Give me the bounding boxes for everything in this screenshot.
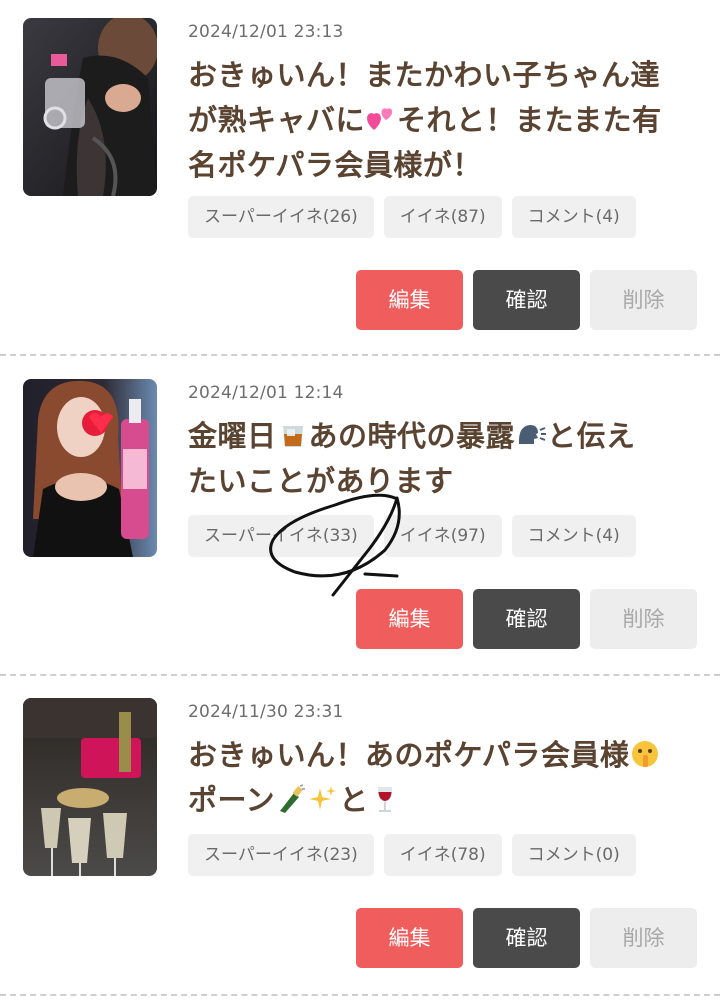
super-like-count: スーパーイイネ(26) bbox=[188, 196, 374, 238]
comment-count: コメント(4) bbox=[511, 196, 636, 238]
post-actions: 編集 確認 削除 bbox=[356, 908, 697, 968]
like-count: イイネ(78) bbox=[383, 834, 502, 876]
title-line: 名ポケパラ会員様が！ bbox=[188, 148, 482, 182]
super-like-count: スーパーイイネ(33) bbox=[188, 515, 374, 557]
title-line: 金曜日 bbox=[188, 419, 277, 453]
like-count: イイネ(87) bbox=[383, 196, 502, 238]
divider bbox=[0, 994, 720, 996]
title-line: たいことがあります bbox=[188, 464, 454, 498]
title-line: おきゅいん！またかわい子ちゃん達 bbox=[188, 58, 661, 92]
post-stats: スーパーイイネ(23) イイネ(78) コメント(0) bbox=[188, 834, 636, 876]
divider bbox=[0, 674, 720, 676]
sparkles-icon bbox=[308, 784, 338, 814]
delete-button[interactable]: 削除 bbox=[590, 270, 697, 330]
shushing-face-icon bbox=[630, 739, 660, 769]
comment-count: コメント(0) bbox=[511, 834, 636, 876]
confirm-button[interactable]: 確認 bbox=[473, 589, 580, 649]
title-line: おきゅいん！あのポケパラ会員様 bbox=[188, 738, 630, 772]
post-title[interactable]: おきゅいん！あのポケパラ会員様 ポーン と bbox=[188, 733, 698, 823]
edit-button[interactable]: 編集 bbox=[356, 589, 463, 649]
champagne-bottle-icon bbox=[276, 784, 306, 814]
title-line: それと！またまた有 bbox=[397, 103, 662, 137]
speaking-head-icon bbox=[516, 420, 547, 450]
edit-button[interactable]: 編集 bbox=[356, 270, 463, 330]
whisky-glass-icon bbox=[278, 420, 308, 450]
post-actions: 編集 確認 削除 bbox=[356, 270, 697, 330]
like-count: イイネ(97) bbox=[383, 515, 502, 557]
wine-glass-icon bbox=[370, 784, 400, 814]
confirm-button[interactable]: 確認 bbox=[473, 908, 580, 968]
confirm-button[interactable]: 確認 bbox=[473, 270, 580, 330]
post-stats: スーパーイイネ(26) イイネ(87) コメント(4) bbox=[188, 196, 636, 238]
post-title[interactable]: 金曜日 あの時代の暴露 と伝え たいことがあります bbox=[188, 414, 698, 504]
title-line: ポーン bbox=[188, 783, 276, 817]
edit-button[interactable]: 編集 bbox=[356, 908, 463, 968]
title-line: あの時代の暴露 bbox=[308, 419, 516, 453]
title-line: が熟キャバに bbox=[188, 103, 366, 137]
two-hearts-icon bbox=[366, 104, 396, 134]
post-title[interactable]: おきゅいん！またかわい子ちゃん達 が熟キャバに それと！またまた有 名ポケパラ会員… bbox=[188, 53, 698, 188]
delete-button[interactable]: 削除 bbox=[590, 589, 697, 649]
post-thumbnail[interactable] bbox=[23, 698, 157, 876]
post-thumbnail[interactable] bbox=[23, 18, 157, 196]
post-thumbnail[interactable] bbox=[23, 379, 157, 557]
post-date: 2024/12/01 12:14 bbox=[188, 383, 344, 403]
post-actions: 編集 確認 削除 bbox=[356, 589, 697, 649]
post-stats: スーパーイイネ(33) イイネ(97) コメント(4) bbox=[188, 515, 636, 557]
title-line: と伝え bbox=[547, 419, 636, 453]
divider bbox=[0, 354, 720, 356]
post-date: 2024/11/30 23:31 bbox=[188, 702, 344, 722]
super-like-count: スーパーイイネ(23) bbox=[188, 834, 374, 876]
title-line: と bbox=[339, 783, 369, 817]
post-date: 2024/12/01 23:13 bbox=[188, 22, 344, 42]
comment-count: コメント(4) bbox=[511, 515, 636, 557]
delete-button[interactable]: 削除 bbox=[590, 908, 697, 968]
